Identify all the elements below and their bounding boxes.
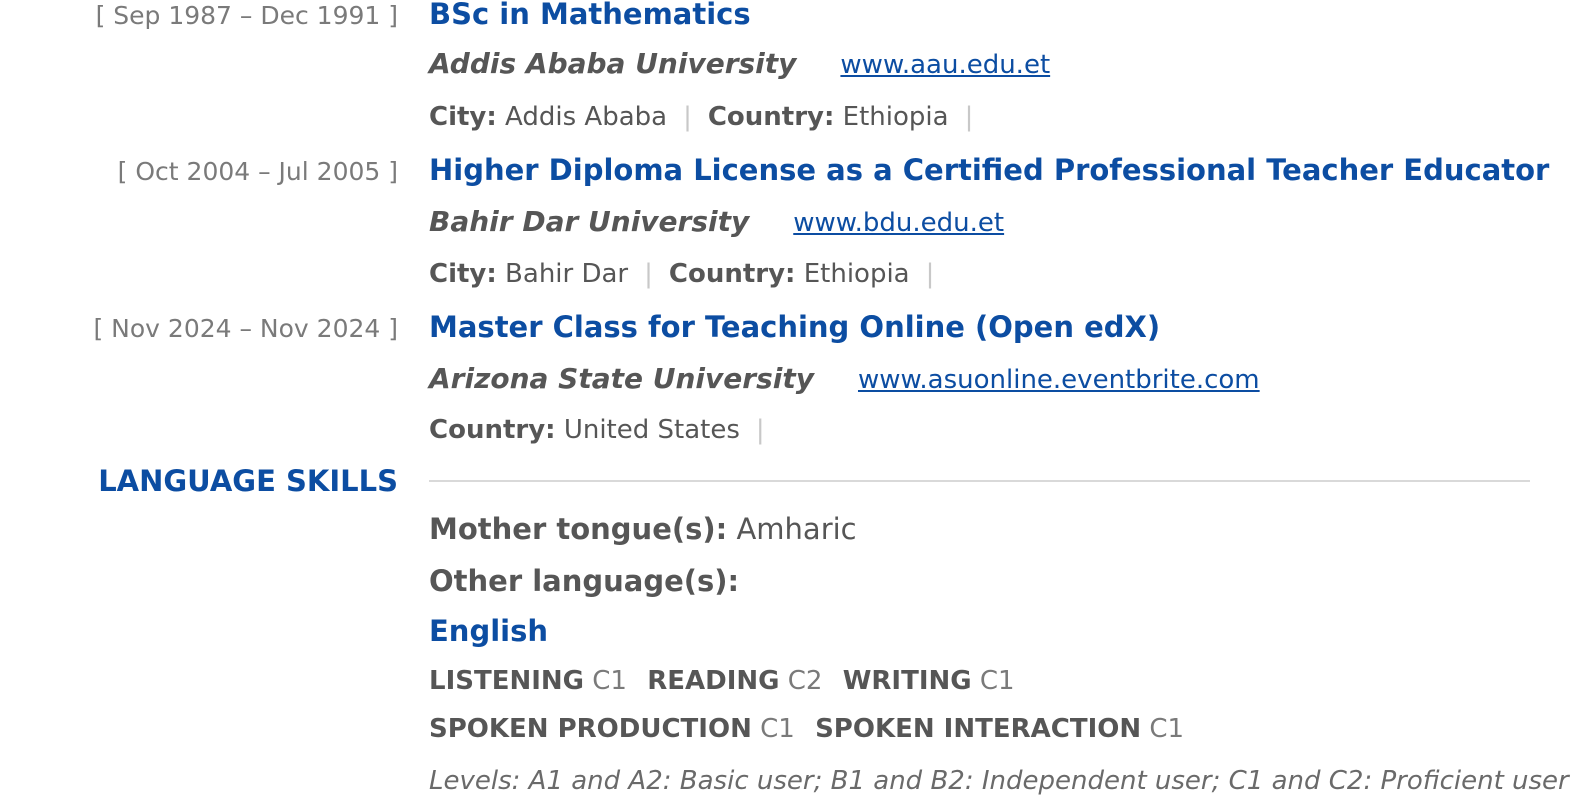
education-location-line: City: Addis Ababa | Country: Ethiopia | (429, 102, 989, 132)
education-organisation-line: Arizona State University www.asuonline.ev… (429, 362, 1260, 395)
mother-tongue-value: Amharic (736, 512, 857, 546)
other-languages-line: Other language(s): (429, 564, 739, 598)
country-value: United States (563, 415, 740, 445)
education-organisation-line: Bahir Dar University www.bdu.edu.et (429, 205, 1004, 238)
country-label: Country: (707, 102, 835, 132)
spoken-interaction-skill: SPOKEN INTERACTION C1 (815, 714, 1184, 744)
reading-label: READING (647, 666, 780, 696)
city-label: City: (429, 102, 497, 132)
spoken-production-label: SPOKEN PRODUCTION (429, 714, 752, 744)
organisation-name: Bahir Dar University (429, 205, 750, 238)
country-value: Ethiopia (842, 102, 949, 132)
country-label: Country: (668, 259, 796, 289)
country-value: Ethiopia (803, 259, 910, 289)
organisation-name: Addis Ababa University (429, 47, 797, 80)
organisation-link[interactable]: www.bdu.edu.et (793, 208, 1004, 238)
city-value: Addis Ababa (505, 102, 668, 132)
writing-label: WRITING (842, 666, 972, 696)
other-languages-label: Other language(s): (429, 564, 740, 598)
section-heading-language-skills: LANGUAGE SKILLS (98, 464, 398, 498)
separator: | (925, 259, 935, 289)
separator: | (644, 259, 653, 289)
levels-note: Levels: A1 and A2: Basic user; B1 and B2… (429, 766, 1569, 796)
education-date: [ Sep 1987 – Dec 1991 ] (95, 1, 398, 30)
education-organisation-line: Addis Ababa University www.aau.edu.et (429, 47, 1050, 80)
separator: | (683, 102, 692, 132)
separator: | (964, 102, 974, 132)
organisation-link[interactable]: www.asuonline.eventbrite.com (858, 365, 1260, 395)
listening-level: C1 (592, 666, 627, 696)
education-date: [ Nov 2024 – Nov 2024 ] (93, 314, 398, 343)
city-label: City: (429, 259, 497, 289)
writing-level: C1 (979, 666, 1015, 696)
language-name: English (429, 614, 549, 648)
reading-level: C2 (787, 666, 823, 696)
section-divider (429, 480, 1530, 482)
listening-skill: LISTENING C1 (429, 666, 627, 696)
writing-skill: WRITING C1 (843, 666, 1015, 696)
spoken-interaction-label: SPOKEN INTERACTION (815, 714, 1142, 744)
organisation-link[interactable]: www.aau.edu.et (840, 50, 1050, 80)
organisation-name: Arizona State University (429, 362, 814, 395)
language-skills-row-2: SPOKEN PRODUCTION C1 SPOKEN INTERACTION … (429, 714, 1196, 744)
spoken-production-level: C1 (760, 714, 795, 744)
separator: | (755, 415, 765, 445)
education-title: BSc in Mathematics (429, 0, 751, 31)
country-label: Country: (429, 415, 556, 445)
education-title: Higher Diploma License as a Certified Pr… (429, 153, 1550, 187)
education-date: [ Oct 2004 – Jul 2005 ] (117, 157, 398, 186)
listening-label: LISTENING (429, 666, 584, 696)
reading-skill: READING C2 (647, 666, 822, 696)
education-title: Master Class for Teaching Online (Open e… (429, 310, 1161, 344)
mother-tongue-line: Mother tongue(s): Amharic (429, 512, 857, 546)
city-value: Bahir Dar (505, 259, 629, 289)
language-skills-row-1: LISTENING C1 READING C2 WRITING C1 (429, 666, 1027, 696)
education-location-line: Country: United States | (429, 415, 781, 445)
mother-tongue-label: Mother tongue(s): (429, 512, 728, 546)
spoken-production-skill: SPOKEN PRODUCTION C1 (429, 714, 795, 744)
education-location-line: City: Bahir Dar | Country: Ethiopia | (429, 259, 950, 289)
spoken-interaction-level: C1 (1149, 714, 1185, 744)
